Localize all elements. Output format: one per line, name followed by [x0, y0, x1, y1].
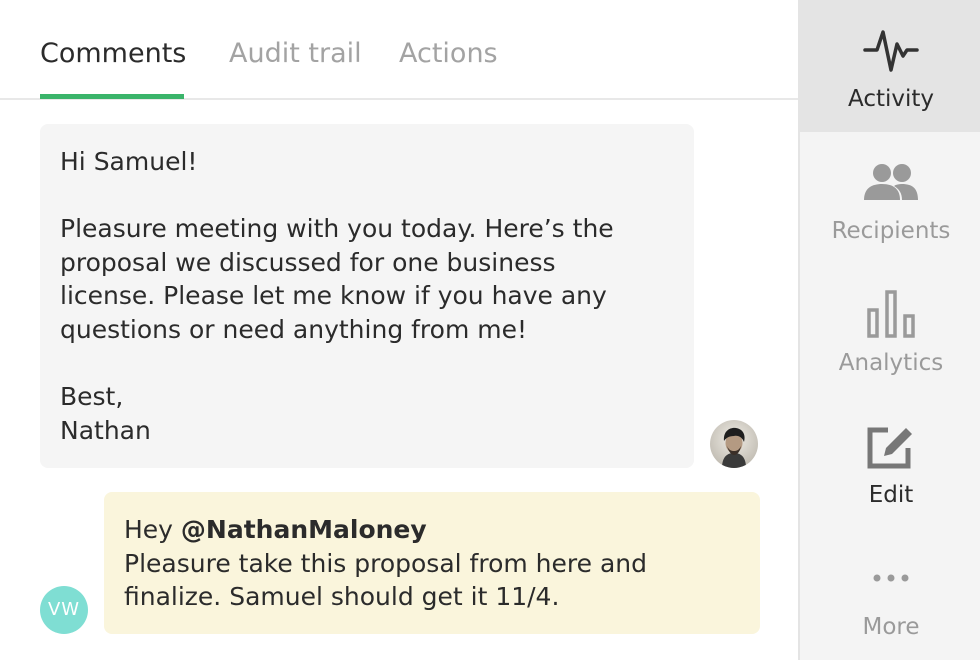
comment-line: Hi Samuel!	[60, 147, 198, 176]
sidebar-item-analytics[interactable]: Analytics	[800, 264, 980, 396]
sidebar-item-recipients[interactable]: Recipients	[800, 132, 980, 264]
note-line: Pleasure take this proposal from here an…	[124, 548, 647, 578]
edit-pencil-icon	[867, 427, 912, 469]
sidebar-item-label: Recipients	[831, 218, 951, 244]
note-bubble: Hey @NathanMaloney Pleasure take this pr…	[104, 492, 760, 634]
comment-line: Best,	[60, 382, 124, 412]
user-photo-icon	[710, 420, 758, 468]
activity-pulse-icon	[863, 30, 919, 72]
tab-actions[interactable]: Actions	[399, 36, 498, 72]
tab-audit-trail[interactable]: Audit trail	[229, 36, 362, 72]
avatar-initials: VW	[40, 586, 88, 634]
sidebar-item-label: Activity	[847, 86, 934, 112]
comment-line: license. Please let me know if you have …	[60, 281, 607, 311]
note-line: finalize. Samuel should get it 11/4.	[124, 582, 560, 612]
comment-line: Pleasure meeting with you today. Here’s …	[60, 214, 614, 244]
active-tab-indicator	[40, 94, 184, 99]
comment-line: Nathan	[60, 415, 151, 445]
sidebar-item-edit[interactable]: Edit	[800, 396, 980, 528]
sidebar-item-label: More	[862, 614, 920, 640]
sidebar-item-activity[interactable]: Activity	[800, 0, 980, 132]
avatar	[710, 420, 758, 468]
tab-comments[interactable]: Comments	[40, 36, 186, 72]
bar-chart-icon	[867, 290, 915, 338]
sidebar-item-more[interactable]: More	[800, 528, 980, 660]
note-greeting: Hey	[124, 515, 181, 544]
people-icon	[864, 164, 918, 200]
right-sidebar: Activity Recipients Analytics Edit More	[798, 0, 980, 660]
user-mention[interactable]: @NathanMaloney	[181, 515, 427, 544]
comment-line: questions or need anything from me!	[60, 314, 528, 344]
note-first-line: Hey @NathanMaloney	[124, 513, 740, 547]
sidebar-item-label: Edit	[868, 482, 914, 508]
more-dots-icon	[873, 574, 909, 582]
comment-bubble: Hi Samuel! Pleasure meeting with you tod…	[40, 124, 694, 468]
tab-bar: Comments Audit trail Actions	[0, 0, 798, 100]
sidebar-item-label: Analytics	[838, 350, 944, 376]
comment-line: proposal we discussed for one business	[60, 247, 556, 277]
